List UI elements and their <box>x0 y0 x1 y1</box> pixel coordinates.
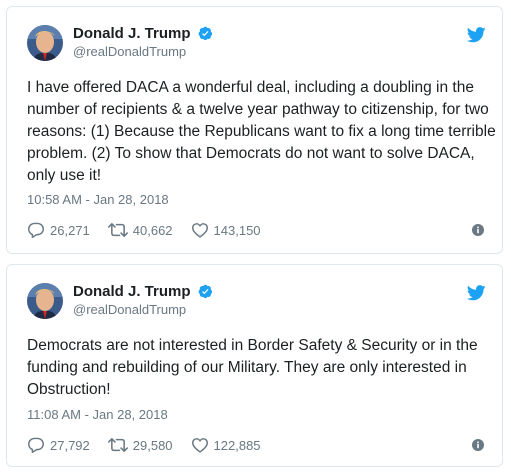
heart-icon <box>191 438 208 453</box>
tweet-card[interactable]: Donald J. Trump @realDonaldTrump I have … <box>6 6 503 254</box>
twitter-bird-icon[interactable] <box>467 285 486 301</box>
retweet-count: 29,580 <box>132 437 173 453</box>
timestamp[interactable]: 11:08 AM - Jan 28, 2018 <box>27 407 168 423</box>
reply-icon <box>28 437 44 453</box>
info-icon[interactable] <box>472 439 484 451</box>
like-count: 122,885 <box>213 437 261 453</box>
heart-icon <box>191 223 208 238</box>
reply-count: 27,792 <box>50 437 90 453</box>
tweet-actions: 27,792 29,580 122,885 <box>27 435 484 455</box>
avatar[interactable] <box>27 283 63 319</box>
tweet-text: I have offered DACA a wonderful deal, in… <box>27 79 496 184</box>
verified-badge-icon <box>198 26 213 40</box>
retweet-button[interactable]: 29,580 <box>107 437 173 453</box>
display-name[interactable]: Donald J. Trump <box>73 283 191 300</box>
retweet-button[interactable]: 40,662 <box>107 222 173 238</box>
retweet-count: 40,662 <box>132 222 173 238</box>
handle[interactable]: @realDonaldTrump <box>73 302 213 318</box>
avatar[interactable] <box>27 25 63 61</box>
reply-button[interactable]: 27,792 <box>27 437 90 453</box>
profile-photo-icon <box>27 25 63 61</box>
retweet-icon <box>107 223 128 237</box>
like-button[interactable]: 122,885 <box>191 437 261 453</box>
reply-count: 26,271 <box>50 222 90 238</box>
verified-badge-icon <box>198 284 213 298</box>
retweet-icon <box>107 438 128 452</box>
reply-icon <box>28 222 44 238</box>
info-icon[interactable] <box>472 224 484 236</box>
like-button[interactable]: 143,150 <box>191 222 261 238</box>
tweet-actions: 26,271 40,662 143,150 <box>27 220 484 240</box>
profile-photo-icon <box>27 283 63 319</box>
timestamp[interactable]: 10:58 AM - Jan 28, 2018 <box>27 192 169 208</box>
like-count: 143,150 <box>213 222 261 238</box>
display-name[interactable]: Donald J. Trump <box>73 25 191 42</box>
twitter-bird-icon[interactable] <box>467 27 486 43</box>
tweet-text: Democrats are not interested in Border S… <box>27 337 478 398</box>
handle[interactable]: @realDonaldTrump <box>73 44 213 60</box>
tweet-card[interactable]: Donald J. Trump @realDonaldTrump Democra… <box>6 264 503 467</box>
reply-button[interactable]: 26,271 <box>27 222 90 238</box>
